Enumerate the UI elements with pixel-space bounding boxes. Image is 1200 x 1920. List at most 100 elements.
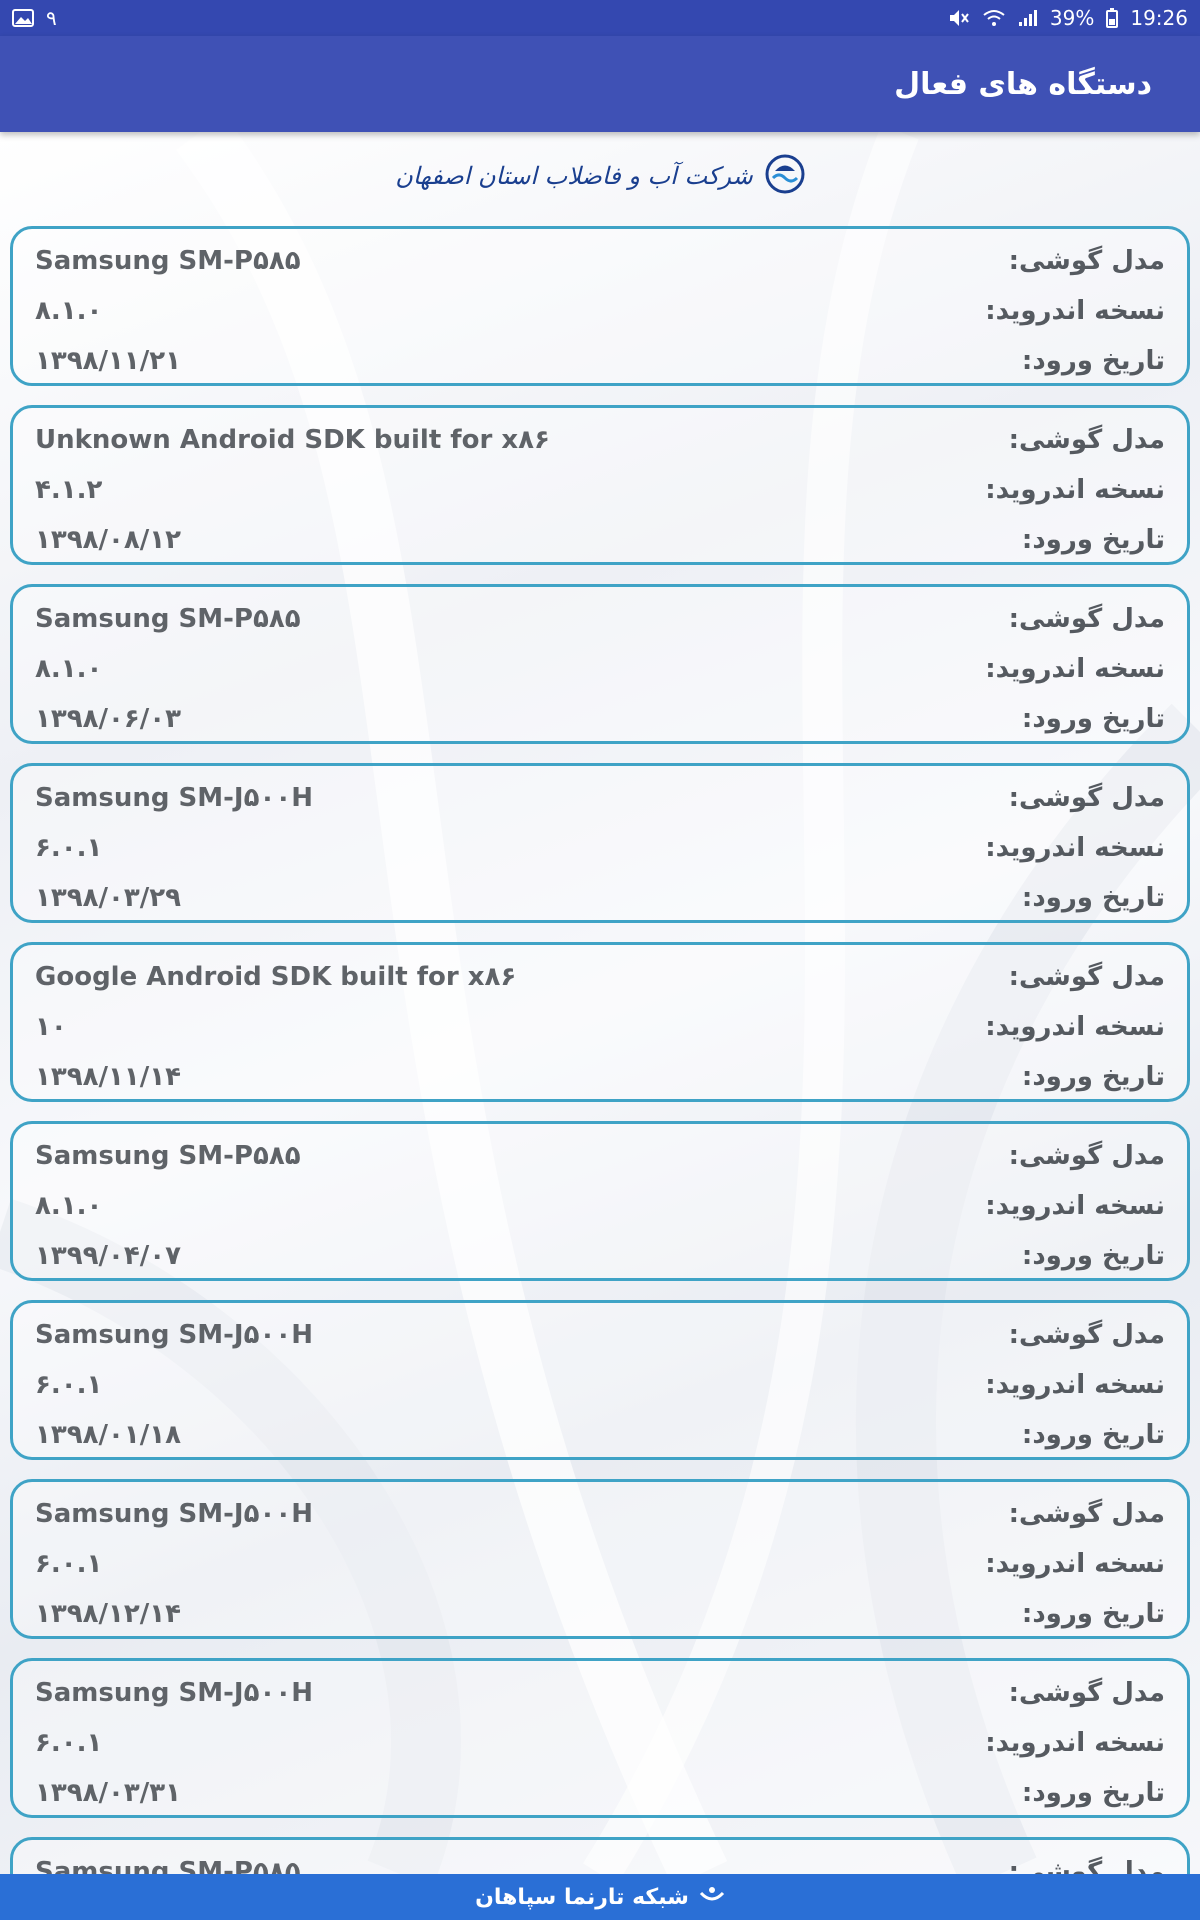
water-drop-logo-icon [765,154,805,198]
device-card[interactable]: Google Android SDK built for x۸۶ مدل گوشی… [10,942,1190,1102]
device-model-value: Samsung SM-J۵۰۰H [35,783,313,813]
android-version-label: نسخه اندروید: [985,1191,1165,1221]
device-card-row: Samsung SM-J۵۰۰H مدل گوشی: [35,1313,1165,1357]
page-title: دستگاه های فعال [894,66,1152,102]
android-version-value: ۸.۱.۰ [35,654,103,684]
android-version-value: ۴.۱.۲ [35,475,103,505]
device-model-value: Samsung SM-P۵۸۵ [35,1857,301,1874]
battery-percent: 39% [1049,6,1095,30]
tarnama-logo-icon [699,1885,725,1909]
android-version-label: نسخه اندروید: [985,1370,1165,1400]
device-card-row: Samsung SM-J۵۰۰H مدل گوشی: [35,776,1165,820]
status-right: 39% 19:26 [948,6,1188,30]
device-card[interactable]: Samsung SM-J۵۰۰H مدل گوشی: ۶.۰.۱ نسخه اندرو… [10,1479,1190,1639]
login-date-label: تاریخ ورود: [1021,525,1165,555]
notification-count: ۹ [46,6,57,30]
login-date-value: ۱۳۹۸/۱۲/۱۴ [35,1599,181,1629]
login-date-value: ۱۳۹۸/۰۶/۰۳ [35,704,181,734]
login-date-label: تاریخ ورود: [1021,1778,1165,1808]
device-card-row: ۶.۰.۱ نسخه اندروید: [35,826,1165,870]
login-date-label: تاریخ ورود: [1021,1062,1165,1092]
android-version-value: ۸.۱.۰ [35,1191,103,1221]
device-card-row: Samsung SM-J۵۰۰H مدل گوشی: [35,1671,1165,1715]
login-date-value: ۱۳۹۸/۰۳/۲۹ [35,883,181,913]
android-version-label: نسخه اندروید: [985,654,1165,684]
device-model-label: مدل گوشی: [1008,246,1165,276]
login-date-label: تاریخ ورود: [1021,1599,1165,1629]
login-date-value: ۱۳۹۸/۰۳/۳۱ [35,1778,181,1808]
login-date-label: تاریخ ورود: [1021,1241,1165,1271]
device-model-value: Samsung SM-P۵۸۵ [35,1141,301,1171]
device-card[interactable]: Samsung SM-J۵۰۰H مدل گوشی: ۶.۰.۱ نسخه اندرو… [10,763,1190,923]
android-version-value: ۶.۰.۱ [35,1370,103,1400]
device-model-label: مدل گوشی: [1008,962,1165,992]
device-card[interactable]: Samsung SM-J۵۰۰H مدل گوشی: ۶.۰.۱ نسخه اندرو… [10,1300,1190,1460]
device-card-row: ۶.۰.۱ نسخه اندروید: [35,1542,1165,1586]
device-card-row: ۸.۱.۰ نسخه اندروید: [35,1184,1165,1228]
battery-icon [1106,8,1119,28]
device-card[interactable]: Samsung SM-P۵۸۵ مدل گوشی: ۸.۱.۰ نسخه اندروی… [10,584,1190,744]
device-card-row: ۴.۱.۲ نسخه اندروید: [35,468,1165,512]
device-model-label: مدل گوشی: [1008,1320,1165,1350]
android-version-value: ۶.۰.۱ [35,833,103,863]
android-version-value: ۶.۰.۱ [35,1549,103,1579]
android-version-label: نسخه اندروید: [985,833,1165,863]
android-version-value: ۱۰ [35,1012,67,1042]
device-model-value: Samsung SM-J۵۰۰H [35,1320,313,1350]
device-card[interactable]: Unknown Android SDK built for x۸۶ مدل گوش… [10,405,1190,565]
device-model-label: مدل گوشی: [1008,604,1165,634]
footer-text: شبکه تارنما سپاهان [475,1884,689,1910]
login-date-value: ۱۳۹۸/۱۱/۱۴ [35,1062,181,1092]
footer-bar: شبکه تارنما سپاهان [0,1874,1200,1920]
app-toolbar: دستگاه های فعال [0,36,1200,132]
device-card-row: Samsung SM-P۵۸۵ مدل گوشی: [35,597,1165,641]
device-card-row: ۸.۱.۰ نسخه اندروید: [35,647,1165,691]
wifi-icon [982,9,1006,27]
device-card-row: ۱۳۹۹/۰۴/۰۷ تاریخ ورود: [35,1234,1165,1278]
device-model-value: Samsung SM-J۵۰۰H [35,1499,313,1529]
android-version-label: نسخه اندروید: [985,1012,1165,1042]
device-card-row: ۱۳۹۸/۰۳/۳۱ تاریخ ورود: [35,1771,1165,1815]
device-card-row: Google Android SDK built for x۸۶ مدل گوشی… [35,955,1165,999]
login-date-value: ۱۳۹۹/۰۴/۰۷ [35,1241,181,1271]
android-version-value: ۶.۰.۱ [35,1728,103,1758]
device-model-value: Unknown Android SDK built for x۸۶ [35,425,550,455]
login-date-value: ۱۳۹۸/۰۱/۱۸ [35,1420,181,1450]
signal-icon [1018,9,1038,27]
android-version-label: نسخه اندروید: [985,1549,1165,1579]
device-model-value: Samsung SM-J۵۰۰H [35,1678,313,1708]
android-version-value: ۸.۱.۰ [35,296,103,326]
device-card-row: Unknown Android SDK built for x۸۶ مدل گوش… [35,418,1165,462]
device-model-label: مدل گوشی: [1008,425,1165,455]
device-card-row: ۱۳۹۸/۱۱/۱۴ تاریخ ورود: [35,1055,1165,1099]
status-bar: ۹ 39% 19:26 [0,0,1200,36]
device-card-row: ۱۳۹۸/۱۲/۱۴ تاریخ ورود: [35,1592,1165,1636]
android-version-label: نسخه اندروید: [985,1728,1165,1758]
device-model-label: مدل گوشی: [1008,1141,1165,1171]
device-model-value: Google Android SDK built for x۸۶ [35,962,517,992]
login-date-label: تاریخ ورود: [1021,1420,1165,1450]
device-card-row: Samsung SM-J۵۰۰H مدل گوشی: [35,1492,1165,1536]
device-card[interactable]: Samsung SM-P۵۸۵مدل گوشی:نسخه اندروید:تار… [10,1837,1190,1874]
device-card[interactable]: Samsung SM-P۵۸۵ مدل گوشی: ۸.۱.۰ نسخه اندروی… [10,1121,1190,1281]
device-card[interactable]: Samsung SM-P۵۸۵ مدل گوشی: ۸.۱.۰ نسخه اندروی… [10,226,1190,386]
company-logo: شرکت آب و فاضلاب استان اصفهان [0,146,1200,206]
device-list[interactable]: شرکت آب و فاضلاب استان اصفهان Samsung SM… [0,132,1200,1874]
device-card-row: ۱۰ نسخه اندروید: [35,1005,1165,1049]
device-model-label: مدل گوشی: [1008,1857,1165,1874]
login-date-label: تاریخ ورود: [1021,883,1165,913]
login-date-label: تاریخ ورود: [1021,346,1165,376]
device-model-value: Samsung SM-P۵۸۵ [35,604,301,634]
device-card[interactable]: Samsung SM-J۵۰۰H مدل گوشی: ۶.۰.۱ نسخه اندرو… [10,1658,1190,1818]
android-version-label: نسخه اندروید: [985,475,1165,505]
device-card-row: ۶.۰.۱ نسخه اندروید: [35,1721,1165,1765]
login-date-label: تاریخ ورود: [1021,704,1165,734]
device-card-row: Samsung SM-P۵۸۵ مدل گوشی: [35,1850,1165,1874]
device-card-row: ۱۳۹۸/۰۸/۱۲ تاریخ ورود: [35,518,1165,562]
login-date-value: ۱۳۹۸/۰۸/۱۲ [35,525,181,555]
company-logo-text: شرکت آب و فاضلاب استان اصفهان [395,162,753,190]
device-model-label: مدل گوشی: [1008,1499,1165,1529]
clock: 19:26 [1130,6,1188,30]
mute-icon [948,8,970,28]
android-version-label: نسخه اندروید: [985,296,1165,326]
